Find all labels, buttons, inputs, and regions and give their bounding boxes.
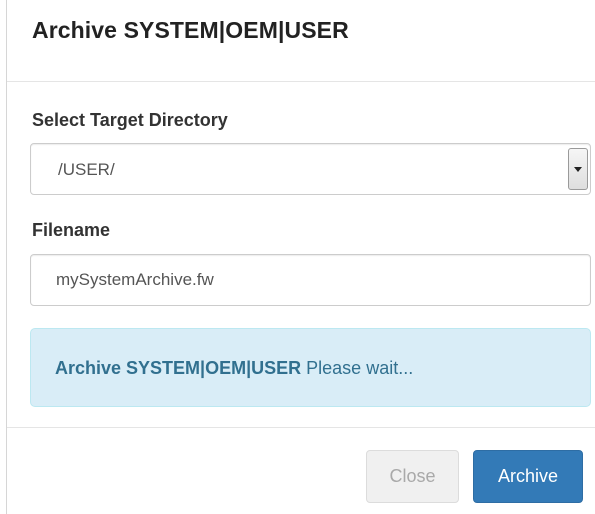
filename-label: Filename	[32, 220, 111, 240]
target-directory-select[interactable]: /USER/	[30, 143, 591, 195]
modal-footer: Close Archive	[7, 427, 595, 514]
background-window-edge	[0, 0, 7, 514]
archive-button[interactable]: Archive	[473, 450, 583, 503]
modal-title: Archive SYSTEM|OEM|USER	[32, 17, 349, 43]
alert-strong-text: Archive SYSTEM|OEM|USER	[55, 358, 302, 378]
filename-input[interactable]	[30, 254, 591, 306]
modal-body: Select Target Directory /USER/ Filename …	[7, 83, 595, 427]
target-directory-value: /USER/	[58, 160, 115, 179]
chevron-down-icon[interactable]	[568, 148, 588, 190]
modal-header: Archive SYSTEM|OEM|USER	[7, 0, 595, 82]
alert-text: Archive SYSTEM|OEM|USER Please wait...	[55, 358, 413, 379]
info-alert: Archive SYSTEM|OEM|USER Please wait...	[30, 328, 591, 407]
alert-message: Please wait...	[306, 358, 414, 378]
target-directory-label: Select Target Directory	[32, 110, 228, 130]
close-button[interactable]: Close	[366, 450, 459, 503]
